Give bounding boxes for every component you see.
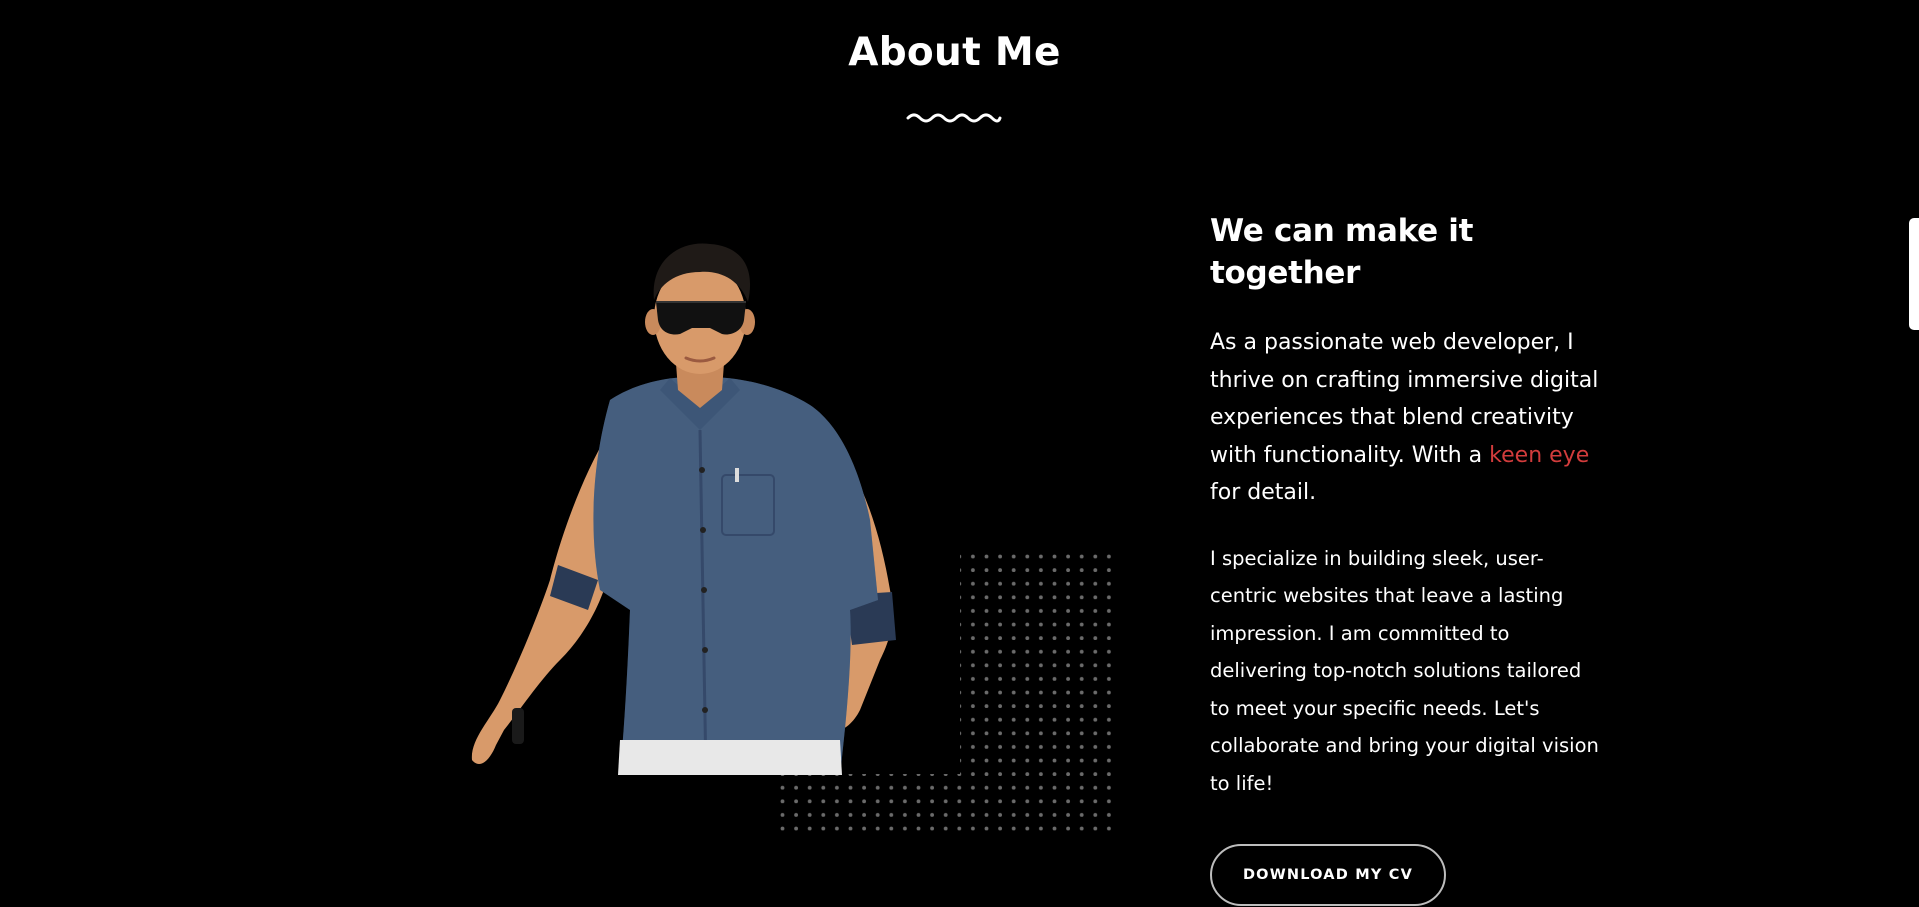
about-body-paragraph: I specialize in building sleek, user-cen… xyxy=(1210,546,1599,795)
wavy-divider-icon xyxy=(906,113,1002,123)
section-title: About Me xyxy=(848,30,1061,75)
profile-photo xyxy=(471,243,896,775)
about-section: About Me We can make it together As a pa… xyxy=(0,0,1919,907)
download-cv-button[interactable]: DOWNLOAD MY CV xyxy=(1210,844,1446,906)
lead-text-end: for detail. xyxy=(1210,480,1317,505)
lead-highlight: keen eye xyxy=(1489,442,1590,468)
about-heading: We can make it together xyxy=(1210,213,1474,291)
about-lead-paragraph: As a passionate web developer, I thrive … xyxy=(1210,324,1602,512)
about-content: We can make it together As a passionate … xyxy=(1210,210,1610,906)
scrollbar-thumb[interactable] xyxy=(1909,218,1919,330)
